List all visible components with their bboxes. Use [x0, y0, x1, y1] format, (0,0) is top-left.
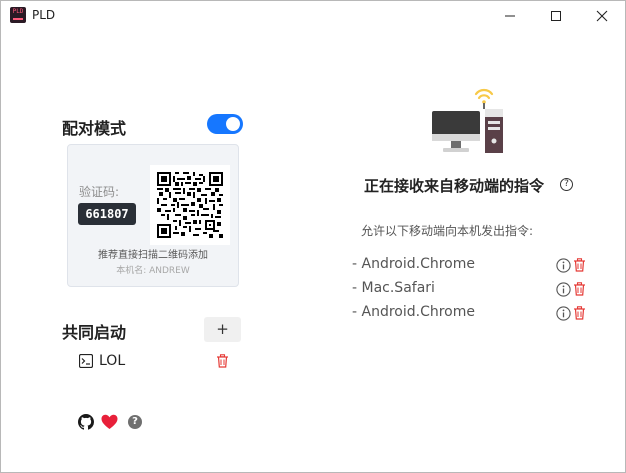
allowed-devices-caption: 允许以下移动端向本机发出指令: — [361, 224, 534, 238]
device-name: - Mac.Safari — [352, 280, 435, 296]
device-row: - Android.Chrome — [352, 304, 592, 324]
minimize-icon — [505, 15, 515, 17]
delete-device-icon[interactable] — [573, 306, 586, 320]
info-icon[interactable] — [556, 282, 571, 297]
title-bar[interactable]: PLD PLD — [1, 1, 625, 31]
info-icon[interactable] — [556, 306, 571, 321]
toggle-knob — [226, 117, 240, 131]
minimize-button[interactable] — [487, 1, 533, 31]
device-name: - Android.Chrome — [352, 304, 475, 320]
question-circle-icon[interactable]: ? — [560, 178, 573, 191]
device-name: - Android.Chrome — [352, 256, 475, 272]
scan-qr-hint: 推荐直接扫描二维码添加 — [98, 250, 208, 261]
help-icon[interactable]: ? — [128, 415, 142, 429]
app-window: PLD PLD 配对模式 验证码: 661807 推荐直接扫描二维码添加 本机名… — [0, 0, 626, 473]
add-launch-item-button[interactable]: + — [204, 317, 241, 342]
window-title: PLD — [32, 8, 56, 22]
pc-device-illustration — [432, 88, 503, 153]
heart-icon[interactable] — [101, 414, 118, 430]
pairing-mode-toggle[interactable] — [207, 114, 243, 134]
host-name: 本机名: ANDREW — [116, 266, 190, 276]
delete-device-icon[interactable] — [573, 258, 586, 272]
pairing-card: 验证码: 661807 推荐直接扫描二维码添加 本机名: ANDREW — [67, 144, 239, 287]
verification-code: 661807 — [78, 203, 136, 225]
co-launch-title: 共同启动 — [62, 323, 127, 342]
maximize-button[interactable] — [533, 1, 579, 31]
pairing-mode-title: 配对模式 — [62, 119, 127, 138]
receiving-status-title: 正在接收来自移动端的指令 — [364, 177, 545, 195]
github-icon[interactable] — [78, 414, 94, 430]
terminal-icon — [79, 354, 93, 368]
launch-item-name: LOL — [99, 353, 126, 369]
pairing-qr-code — [150, 165, 230, 245]
close-button[interactable] — [579, 1, 625, 31]
device-row: - Mac.Safari — [352, 280, 592, 300]
maximize-icon — [551, 11, 561, 21]
delete-launch-item-icon[interactable] — [216, 354, 229, 368]
delete-device-icon[interactable] — [573, 282, 586, 296]
app-logo-icon: PLD — [10, 7, 26, 23]
qr-code-icon — [157, 172, 223, 238]
close-icon — [596, 10, 608, 22]
info-icon[interactable] — [556, 258, 571, 273]
app-logo-text: PLD — [12, 8, 24, 15]
device-row: - Android.Chrome — [352, 256, 592, 276]
verification-code-label: 验证码: — [79, 185, 120, 199]
